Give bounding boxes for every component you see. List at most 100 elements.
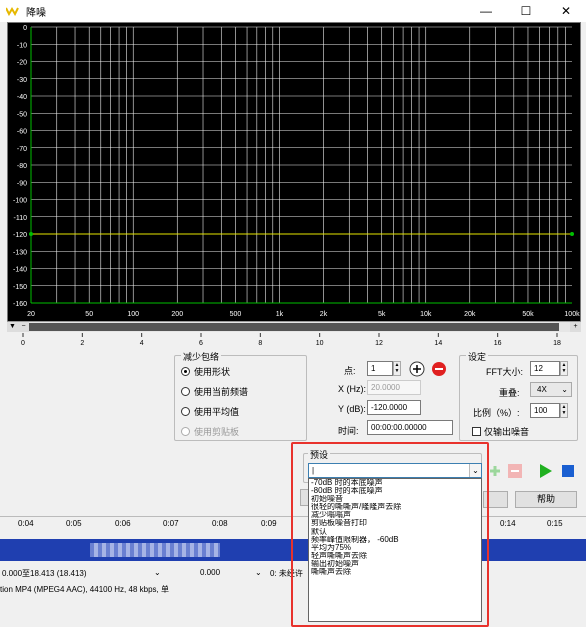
radio-button[interactable] — [181, 407, 190, 416]
preset-item[interactable]: 轻声嘶嘶声去除 — [309, 552, 481, 560]
y-tick-label: -80 — [17, 163, 27, 170]
ratio-field[interactable]: 100 — [530, 403, 560, 418]
x-field: 20.0000 — [367, 380, 421, 395]
minus-icon[interactable] — [507, 463, 523, 479]
x-tick-label: 20k — [464, 311, 476, 318]
y-tick-label: -130 — [13, 249, 27, 256]
chevron-down-icon[interactable]: ⌄ — [154, 568, 161, 577]
reduce-option-0[interactable]: 使用形状 — [181, 365, 230, 378]
y-tick-label: -50 — [17, 111, 27, 118]
timeline-mark: 0:08 — [212, 519, 228, 528]
x-tick-label: 50 — [85, 311, 93, 318]
radio-label: 使用平均值 — [194, 407, 240, 417]
overlap-select[interactable]: 4X ⌄ — [530, 382, 572, 397]
radio-button[interactable] — [181, 387, 190, 396]
timeline-mark: 0:05 — [66, 519, 82, 528]
horizontal-scrollbar[interactable]: ▼ − + — [7, 321, 581, 332]
preset-item[interactable]: -80dB 时的本底噪声 — [309, 487, 481, 495]
ruler-label: 10 — [316, 340, 324, 347]
window-title: 降噪 — [26, 7, 46, 19]
preset-item[interactable]: 输出初始噪声 — [309, 560, 481, 568]
y-tick-label: 0 — [23, 25, 27, 32]
spectrum-plot[interactable]: 0 -10 -20 -30 -40 -50 -60 -70 -80 -90 -100 -110 -120… — [7, 22, 581, 322]
y-tick-label: -100 — [13, 198, 27, 205]
y-tick-label: -160 — [13, 301, 27, 308]
y-tick-label: -10 — [17, 42, 27, 49]
selection-readout: 0.000至18.413 (18.413) — [2, 569, 87, 578]
minimize-button[interactable]: — — [466, 0, 506, 22]
ruler-label: 2 — [80, 340, 84, 347]
preset-item[interactable]: 很轻的嘶嘶声/隆隆声去除 — [309, 503, 481, 511]
timeline-mark: 0:06 — [115, 519, 131, 528]
timeline-mark: 0:07 — [163, 519, 179, 528]
stop-icon[interactable] — [560, 463, 576, 479]
preset-item[interactable]: 嘶嘶声去除 — [309, 568, 481, 576]
scroll-left-icon[interactable]: ▼ — [7, 322, 18, 332]
ratio-label: 比例（%）: — [473, 408, 520, 418]
scroll-thumb[interactable] — [29, 323, 559, 331]
radio-button — [181, 427, 190, 436]
ruler-label: 6 — [199, 340, 203, 347]
preset-dropdown-list[interactable]: -70dB 时的本底噪声 -80dB 时的本底噪声 初始噪音 很轻的嘶嘶声/隆隆声去除… — [308, 478, 482, 622]
timeline-mark: 0:09 — [261, 519, 277, 528]
ratio-spinner[interactable]: ▲ ▼ — [560, 403, 568, 418]
play-next-icon[interactable] — [487, 463, 503, 479]
reduce-option-1[interactable]: 使用当前频谱 — [181, 385, 248, 398]
ruler: 0 2 4 6 8 10 12 14 16 18 — [21, 333, 561, 347]
radio-label: 使用形状 — [194, 367, 231, 377]
preset-item[interactable]: 平均为75% — [309, 544, 481, 552]
y-field[interactable]: -120.0000 — [367, 400, 421, 415]
y-tick-label: -110 — [14, 215, 28, 222]
timeline-mark: 0:04 — [18, 519, 34, 528]
timeline-mark: 0:14 — [500, 519, 516, 528]
time-field[interactable]: 00:00:00.00000 — [367, 420, 453, 435]
blurred-area — [90, 543, 220, 557]
spectrum-svg: 0 -10 -20 -30 -40 -50 -60 -70 -80 -90 -100 -110 -120… — [13, 25, 580, 318]
close-button[interactable]: ✕ — [546, 0, 586, 22]
radio-label: 使用剪贴板 — [194, 427, 240, 437]
noise-only-checkbox[interactable]: 仅输出噪音 — [472, 425, 529, 438]
y-tick-label: -140 — [13, 267, 27, 274]
fft-spinner[interactable]: ▲ ▼ — [560, 361, 568, 376]
x-tick-label: 50k — [522, 311, 534, 318]
noise-only-label: 仅输出噪音 — [484, 427, 530, 437]
y-tick-label: -90 — [17, 180, 27, 187]
y-tick-label: -120 — [13, 232, 27, 239]
maximize-button[interactable]: ☐ — [506, 0, 546, 22]
preset-item[interactable]: -70dB 时的本底噪声 — [309, 479, 481, 487]
help-button[interactable]: 帮助 — [515, 491, 577, 508]
x-tick-label: 10k — [420, 311, 432, 318]
y-tick-label: -70 — [17, 146, 27, 153]
chevron-down-icon: ⌄ — [561, 385, 568, 394]
radio-label: 使用当前频谱 — [194, 387, 249, 397]
ruler-label: 16 — [494, 340, 502, 347]
reduce-option-2[interactable]: 使用平均值 — [181, 405, 239, 418]
ruler-label: 0 — [21, 340, 25, 347]
scroll-minus-icon[interactable]: − — [18, 322, 29, 332]
title-bar: 降噪 — ☐ ✕ — [0, 0, 586, 22]
curve-point[interactable] — [29, 232, 33, 236]
play-icon[interactable] — [537, 463, 553, 479]
preset-item[interactable]: 频率峰值限制器， -60dB — [309, 536, 481, 544]
overlap-value: 4X — [537, 385, 547, 394]
y-tick-label: -20 — [17, 60, 27, 67]
radio-button[interactable] — [181, 367, 190, 376]
preset-item[interactable]: 默认 — [309, 528, 481, 536]
curve-point[interactable] — [570, 232, 574, 236]
point-field[interactable]: 1 — [367, 361, 393, 376]
remove-point-icon[interactable] — [431, 361, 447, 377]
add-point-icon[interactable] — [409, 361, 425, 377]
settings-title: 设定 — [466, 350, 489, 363]
preset-item[interactable]: 初始噪音 — [309, 495, 481, 503]
ruler-label: 18 — [553, 340, 561, 347]
chevron-down-icon[interactable]: ⌄ — [255, 568, 262, 577]
preset-item[interactable]: 减少嗡嗡声 — [309, 511, 481, 519]
checkbox-box[interactable] — [472, 427, 481, 436]
y-tick-label: -60 — [17, 129, 27, 136]
timeline-mark: 0:15 — [547, 519, 563, 528]
point-spinner[interactable]: ▲ ▼ — [393, 361, 401, 376]
scroll-plus-icon[interactable]: + — [570, 322, 581, 332]
preset-item[interactable]: 剪贴板噪音打印 — [309, 519, 481, 527]
ruler-label: 14 — [434, 340, 442, 347]
fft-field[interactable]: 12 — [530, 361, 560, 376]
